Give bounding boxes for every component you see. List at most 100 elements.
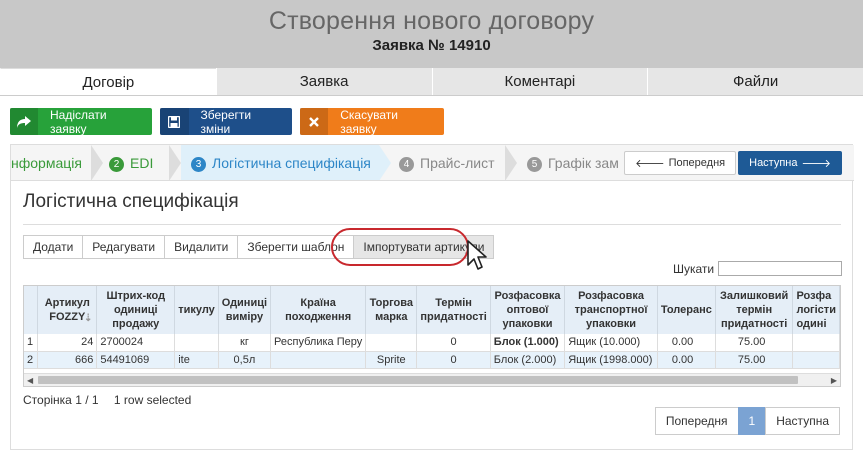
cell-logistic — [792, 334, 840, 352]
section-title: Логістична специфікація — [23, 191, 239, 212]
step-number: 5 — [527, 157, 542, 172]
step-separator — [169, 145, 181, 180]
column-header-wholesale-pack[interactable]: Розфасовка оптової упаковки — [490, 286, 566, 334]
cell-logistic — [792, 351, 840, 369]
cell-country: Республика Перу — [270, 334, 367, 352]
horizontal-scrollbar[interactable]: ◀ ▶ — [24, 373, 840, 386]
request-number: Заявка № 14910 — [372, 37, 491, 54]
cell-num: 2 — [24, 351, 39, 369]
wizard-step-label: Прайс-лист — [420, 155, 495, 171]
column-header-num — [24, 286, 39, 334]
wizard-step-label: нформація — [11, 155, 82, 171]
cell-article: 666 — [37, 351, 98, 369]
wizard-next-label: Наступна — [749, 157, 798, 169]
cell-wholesale-pack: Блок (1.000) — [490, 334, 566, 352]
contract-panel: нформація 2 EDI 3 Логістична специфікація … — [10, 144, 854, 450]
cell-tolerance: 0.00 — [657, 351, 716, 369]
column-header-unit[interactable]: Одиниці виміру — [218, 286, 272, 334]
step-separator — [379, 145, 391, 180]
search-input[interactable] — [718, 261, 843, 276]
main-tabs: Договір Заявка Коментарі Файли — [0, 68, 863, 96]
search-box: Шукати — [673, 261, 843, 276]
cell-transport-pack: Ящик (1998.000) — [564, 351, 658, 369]
arrow-left-icon: 🡐 — [635, 158, 665, 170]
cell-article: 24 — [37, 334, 98, 352]
cancel-request-button[interactable]: Скасувати заявку — [300, 107, 444, 136]
cell-remaining-life: 75.00 — [715, 351, 794, 369]
wizard-nav: 🡐 Попередня Наступна 🡒 — [618, 151, 842, 175]
wizard-step-edi[interactable]: 2 EDI — [109, 145, 153, 180]
search-label: Шукати — [673, 261, 715, 276]
cell-shelf-life: 0 — [416, 334, 491, 352]
tab-request[interactable]: Заявка — [215, 68, 432, 95]
save-changes-label: Зберегти зміни — [200, 107, 252, 136]
selection-info: 1 row selected — [113, 393, 192, 407]
pager-current-page[interactable]: 1 — [737, 407, 767, 435]
pager-next-button[interactable]: Наступна — [765, 407, 840, 435]
column-header-tolerance[interactable]: Толеранс — [657, 286, 716, 334]
column-header-article[interactable]: Артикул FOZZY ⇣ — [37, 286, 98, 334]
table-row-selected[interactable]: 2 666 54491069 ite 0,5л Sprite 0 Блок (2… — [24, 351, 840, 369]
column-header-country[interactable]: Країна походження — [270, 286, 367, 334]
wizard-next-button[interactable]: Наступна 🡒 — [738, 151, 842, 175]
wizard-steps: нформація 2 EDI 3 Логістична специфікація … — [11, 145, 854, 181]
cell-num: 1 — [24, 334, 39, 352]
floppy-disk-icon — [160, 108, 189, 135]
pagination: Попередня 1 Наступна — [654, 407, 840, 435]
delete-button[interactable]: Видалити — [164, 235, 239, 259]
page-header: Створення нового договору Заявка № 14910 — [0, 0, 863, 68]
column-header-remaining-life[interactable]: Залишковий термін придатності — [715, 286, 794, 334]
add-button[interactable]: Додати — [23, 235, 84, 259]
tab-files[interactable]: Файли — [647, 68, 863, 95]
sort-desc-icon: ⇣ — [83, 313, 93, 324]
tab-contract[interactable]: Договір — [0, 68, 216, 95]
save-changes-button[interactable]: Зберегти зміни — [160, 107, 292, 136]
share-arrow-icon — [10, 108, 39, 135]
table-row[interactable]: 1 24 2700024 кг Республика Перу 0 Блок (… — [24, 334, 840, 352]
wizard-prev-label: Попередня — [668, 157, 726, 169]
step-separator — [91, 145, 103, 180]
cell-transport-pack: Ящик (10.000) — [564, 334, 658, 352]
cell-supplier-article: ite — [174, 351, 219, 369]
column-header-shelf-life[interactable]: Термін придатності — [416, 286, 491, 334]
divider — [23, 224, 841, 225]
wizard-step-price-list[interactable]: 4 Прайс-лист — [399, 145, 495, 180]
scrollbar-thumb[interactable] — [38, 376, 798, 384]
page-info: Сторінка 1 / 1 — [23, 393, 99, 407]
mouse-pointer-icon — [466, 239, 488, 276]
cell-brand — [365, 334, 418, 352]
cell-brand: Sprite — [365, 351, 418, 369]
send-request-label: Надіслати заявку — [50, 107, 107, 136]
grid-footer: Сторінка 1 / 1 1 row selected — [23, 393, 203, 407]
wizard-prev-button[interactable]: 🡐 Попередня — [624, 151, 737, 175]
column-header-logistic[interactable]: Розфа логісти одині — [792, 286, 840, 334]
wizard-step-label: Логістична специфікація — [212, 155, 371, 171]
wizard-step-logistic-spec[interactable]: 3 Логістична специфікація — [181, 145, 379, 180]
cell-supplier-article — [174, 334, 219, 352]
cell-wholesale-pack: Блок (2.000) — [490, 351, 566, 369]
arrow-right-icon: 🡒 — [801, 158, 832, 170]
column-header-brand[interactable]: Торгова марка — [365, 286, 418, 334]
close-icon — [300, 108, 329, 135]
step-number: 2 — [109, 157, 124, 172]
cell-tolerance: 0.00 — [657, 334, 716, 352]
cell-unit: 0,5л — [218, 351, 272, 369]
cell-shelf-life: 0 — [416, 351, 491, 369]
pager-prev-button[interactable]: Попередня — [654, 407, 739, 435]
scroll-left-icon[interactable]: ◀ — [27, 374, 33, 386]
cell-unit: кг — [218, 334, 272, 352]
column-header-transport-pack[interactable]: Розфасовка транспортної упаковки — [564, 286, 658, 334]
wizard-step-info[interactable]: нформація — [11, 145, 82, 180]
column-header-supplier-article[interactable]: тикулу — [174, 286, 219, 334]
edit-button[interactable]: Редагувати — [82, 235, 166, 259]
cell-barcode: 2700024 — [96, 334, 176, 352]
cancel-request-label: Скасувати заявку — [340, 107, 398, 136]
scroll-right-icon[interactable]: ▶ — [831, 374, 837, 386]
column-header-barcode[interactable]: Штрих-код одиниці продажу — [96, 286, 176, 334]
action-bar: Надіслати заявку Зберегти зміни Скасуват… — [10, 107, 444, 136]
step-number: 3 — [191, 157, 206, 172]
tab-comments[interactable]: Коментарі — [431, 68, 648, 95]
step-separator — [505, 145, 517, 180]
send-request-button[interactable]: Надіслати заявку — [10, 107, 152, 136]
step-number: 4 — [399, 157, 414, 172]
